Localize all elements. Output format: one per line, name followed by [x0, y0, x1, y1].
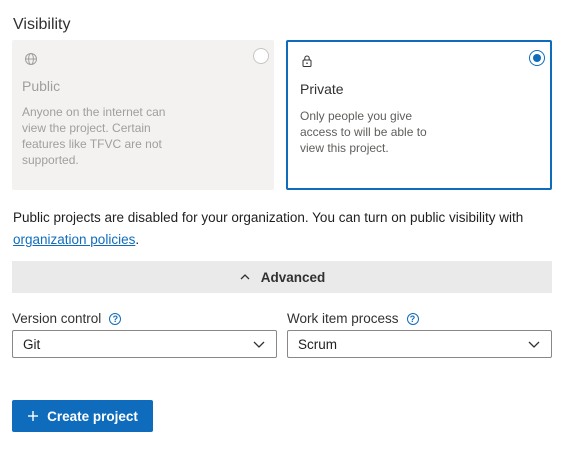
notice-suffix: . [135, 232, 140, 247]
chevron-down-icon [252, 337, 266, 351]
private-visibility-card[interactable]: Private Only people you give access to w… [286, 40, 552, 190]
notice-text: Public projects are disabled for your or… [13, 210, 524, 225]
help-icon[interactable]: ? [109, 312, 122, 325]
create-project-form: Visibility Public Anyone on the internet… [0, 0, 567, 450]
version-control-label: Version control ? [12, 311, 122, 326]
lock-icon [300, 54, 314, 68]
chevron-up-icon [239, 271, 251, 283]
organization-policies-link[interactable]: organization policies [13, 232, 135, 247]
help-icon[interactable]: ? [406, 312, 419, 325]
plus-icon [27, 410, 39, 422]
version-control-value: Git [23, 336, 41, 352]
work-item-process-label: Work item process ? [287, 311, 419, 326]
chevron-down-icon [527, 337, 541, 351]
public-visibility-card: Public Anyone on the internet can view t… [12, 40, 274, 190]
public-disabled-notice: Public projects are disabled for your or… [13, 207, 553, 251]
advanced-label: Advanced [260, 269, 326, 285]
work-item-process-label-text: Work item process [287, 311, 399, 326]
advanced-toggle[interactable]: Advanced [12, 261, 552, 293]
create-project-label: Create project [47, 408, 138, 424]
work-item-process-select[interactable]: Scrum [287, 330, 552, 358]
version-control-label-text: Version control [12, 311, 102, 326]
private-radio[interactable] [529, 50, 545, 66]
private-title: Private [300, 81, 344, 97]
visibility-label: Visibility [13, 16, 71, 33]
public-title: Public [22, 78, 61, 94]
create-project-button[interactable]: Create project [12, 400, 153, 432]
work-item-process-value: Scrum [298, 336, 338, 352]
version-control-select[interactable]: Git [12, 330, 277, 358]
public-description: Anyone on the internet can view the proj… [22, 105, 166, 167]
private-description: Only people you give access to will be a… [300, 109, 427, 155]
globe-icon [24, 52, 38, 66]
public-radio[interactable] [253, 48, 269, 64]
